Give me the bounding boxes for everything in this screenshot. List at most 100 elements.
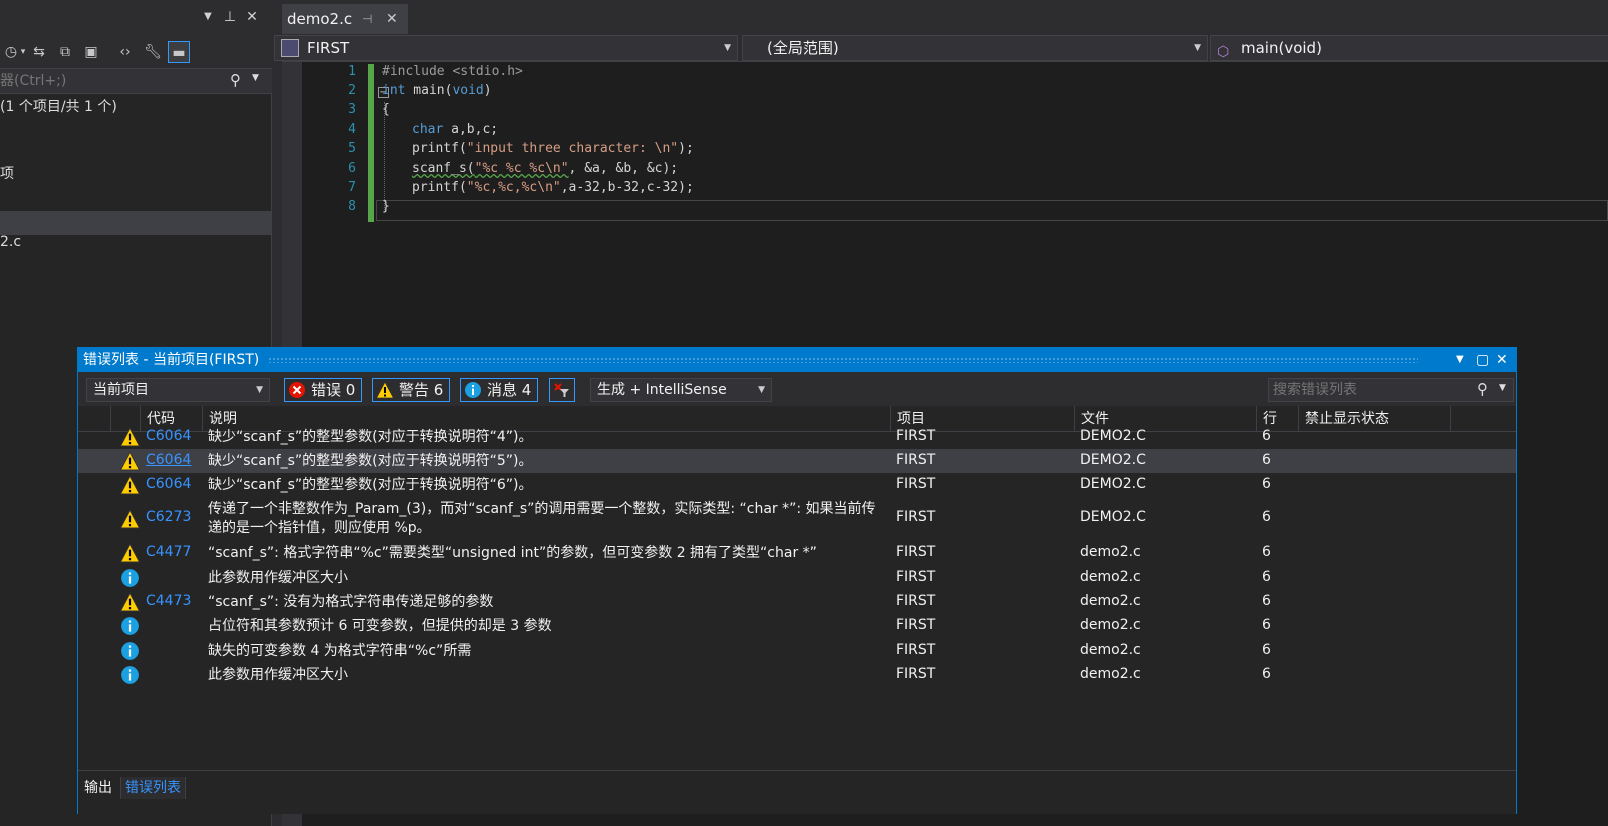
- filter-clear-button[interactable]: [549, 378, 575, 402]
- line-number: 6: [348, 161, 356, 176]
- error-line: 6: [1262, 544, 1271, 560]
- warning-icon: [119, 475, 141, 495]
- tree-item-file[interactable]: 2.c: [0, 230, 21, 254]
- table-row[interactable]: C4477 “scanf_s”: 格式字符串“%c”需要类型“unsigned i…: [78, 541, 1516, 565]
- drag-grip[interactable]: [268, 357, 1418, 363]
- code-view-icon[interactable]: ‹›: [114, 41, 136, 63]
- line-number: 8: [348, 199, 356, 214]
- error-code-link[interactable]: C4477: [146, 544, 191, 560]
- error-list-titlebar[interactable]: 错误列表 - 当前项目(FIRST) ▼ ▢ ✕: [78, 348, 1516, 372]
- line-number: 5: [348, 141, 356, 156]
- tab-output[interactable]: 输出: [80, 777, 116, 799]
- error-list-toolbar: 当前项目 ▼ 错误 0 警告 6 消息 4 生成 + IntelliSense …: [78, 372, 1516, 406]
- show-files-icon[interactable]: ▣: [80, 41, 102, 63]
- table-row[interactable]: 此参数用作缓冲区大小 FIRST demo2.c 6: [78, 663, 1516, 687]
- close-icon[interactable]: ✕: [244, 9, 260, 25]
- scope-filter-dropdown[interactable]: 当前项目 ▼: [86, 378, 270, 402]
- error-description-line: 缺少“scanf_s”的整型参数(对应于转换说明符“6”)。: [208, 477, 533, 493]
- code-editor[interactable]: − #include <stdio.h> int main(void) { ch…: [378, 62, 1608, 232]
- warnings-filter-button[interactable]: 警告 6: [372, 378, 450, 402]
- info-icon: [120, 641, 140, 661]
- error-code-link[interactable]: C4473: [146, 593, 191, 609]
- error-project: FIRST: [896, 642, 936, 658]
- member-dropdown[interactable]: ⬡ main(void): [1210, 35, 1608, 61]
- cube-icon: ⬡: [1217, 44, 1230, 60]
- pin-icon[interactable]: ⊥: [222, 9, 238, 25]
- table-row[interactable]: 此参数用作缓冲区大小 FIRST demo2.c 6: [78, 566, 1516, 590]
- change-indicator-bar: [368, 64, 374, 222]
- error-description: 占位符和其参数预计 6 可变参数，但提供的却是 3 参数: [208, 617, 552, 636]
- error-code-link[interactable]: C6064: [146, 428, 191, 444]
- code-line-7: printf("%c,%c,%c\n",a-32,b-32,c-32);: [412, 180, 694, 195]
- table-row[interactable]: 缺失的可变参数 4 为格式字符串“%c”所需 FIRST demo2.c 6: [78, 639, 1516, 663]
- code-line-8: }: [382, 199, 390, 214]
- table-row[interactable]: C6064 缺少“scanf_s”的整型参数(对应于转换说明符“4”)。 FIRST…: [78, 425, 1516, 449]
- tree-item-selected[interactable]: [0, 211, 271, 235]
- info-icon: [120, 616, 140, 636]
- solution-explorer-toolbar: ◷ ▾ ⇆ ⧉ ▣ ‹› 🔧︎ ▬: [0, 36, 272, 68]
- close-icon[interactable]: ✕: [1496, 348, 1508, 372]
- close-icon[interactable]: ✕: [386, 4, 398, 34]
- tab-label: demo2.c: [287, 10, 353, 28]
- error-project: FIRST: [896, 569, 936, 585]
- error-description: 此参数用作缓冲区大小: [208, 666, 348, 685]
- table-row[interactable]: C6273 传递了一个非整数作为_Param_(3)，而对“scanf_s”的调用…: [78, 497, 1516, 541]
- scope-dropdown[interactable]: (全局范围) ▼: [742, 35, 1208, 61]
- error-file: demo2.c: [1080, 569, 1141, 585]
- error-file: demo2.c: [1080, 617, 1141, 633]
- info-icon: [465, 382, 481, 398]
- error-line: 6: [1262, 509, 1271, 525]
- chevron-down-icon[interactable]: ▼: [1499, 383, 1506, 393]
- errors-filter-button[interactable]: 错误 0: [284, 378, 362, 402]
- error-description: “scanf_s”: 没有为格式字符串传递足够的参数: [208, 593, 493, 612]
- line-number: 4: [348, 122, 356, 137]
- tab-demo2-c[interactable]: demo2.c ⊣ ✕: [282, 4, 408, 34]
- sync-icon[interactable]: ⇆: [28, 41, 50, 63]
- build-filter-dropdown[interactable]: 生成 + IntelliSense ▼: [590, 378, 772, 402]
- error-project: FIRST: [896, 617, 936, 633]
- dropdown-icon[interactable]: ▼: [1456, 348, 1464, 372]
- project-dropdown[interactable]: FIRST ▼: [274, 35, 738, 61]
- solution-search-input[interactable]: [0, 71, 230, 91]
- error-project: FIRST: [896, 476, 936, 492]
- error-description-line: 此参数用作缓冲区大小: [208, 667, 348, 683]
- error-project: FIRST: [896, 593, 936, 609]
- error-description: 此参数用作缓冲区大小: [208, 569, 348, 588]
- table-row[interactable]: C6064 缺少“scanf_s”的整型参数(对应于转换说明符“5”)。 FIRST…: [78, 449, 1516, 473]
- filter-clear-icon: [554, 383, 569, 397]
- error-search-input[interactable]: [1273, 380, 1473, 400]
- error-line: 6: [1262, 569, 1271, 585]
- error-file: demo2.c: [1080, 544, 1141, 560]
- error-code-link[interactable]: C6273: [146, 509, 191, 525]
- error-file: demo2.c: [1080, 642, 1141, 658]
- tree-item-solution[interactable]: (1 个项目/共 1 个): [0, 95, 117, 119]
- table-row[interactable]: 占位符和其参数预计 6 可变参数，但提供的却是 3 参数 FIRST demo2.c…: [78, 614, 1516, 638]
- tree-item-node[interactable]: 项: [0, 162, 14, 186]
- preview-icon[interactable]: ▬: [168, 41, 190, 63]
- tab-error-list[interactable]: 错误列表: [120, 777, 186, 799]
- collapse-all-icon[interactable]: ⧉: [54, 41, 76, 63]
- dropdown-icon[interactable]: ▼: [200, 9, 216, 25]
- search-icon[interactable]: ⚲: [230, 71, 241, 89]
- line-number: 3: [348, 102, 356, 117]
- error-line: 6: [1262, 666, 1271, 682]
- error-file: DEMO2.C: [1080, 509, 1146, 525]
- error-list-window: 错误列表 - 当前项目(FIRST) ▼ ▢ ✕ 当前项目 ▼ 错误 0 警告 …: [77, 347, 1517, 814]
- code-line-5: printf("input three character: \n");: [412, 141, 694, 156]
- maximize-icon[interactable]: ▢: [1476, 348, 1489, 372]
- error-file: demo2.c: [1080, 593, 1141, 609]
- wrench-icon[interactable]: 🔧︎: [142, 41, 164, 63]
- search-icon[interactable]: ⚲: [1477, 380, 1488, 398]
- chevron-down-icon[interactable]: ▼: [252, 73, 259, 83]
- table-row[interactable]: C4473 “scanf_s”: 没有为格式字符串传递足够的参数 FIRST demo…: [78, 590, 1516, 614]
- chevron-down-icon: ▼: [724, 43, 731, 53]
- messages-filter-button[interactable]: 消息 4: [460, 378, 538, 402]
- code-line-3: {: [382, 102, 390, 117]
- pin-icon[interactable]: ⊣: [362, 4, 372, 34]
- error-code-link[interactable]: C6064: [146, 452, 191, 468]
- error-file: demo2.c: [1080, 666, 1141, 682]
- table-row[interactable]: C6064 缺少“scanf_s”的整型参数(对应于转换说明符“6”)。 FIRST…: [78, 473, 1516, 497]
- error-description-line: 此参数用作缓冲区大小: [208, 570, 348, 586]
- error-code-link[interactable]: C6064: [146, 476, 191, 492]
- error-description-line: “scanf_s”: 格式字符串“%c”需要类型“unsigned int”的参…: [208, 545, 817, 561]
